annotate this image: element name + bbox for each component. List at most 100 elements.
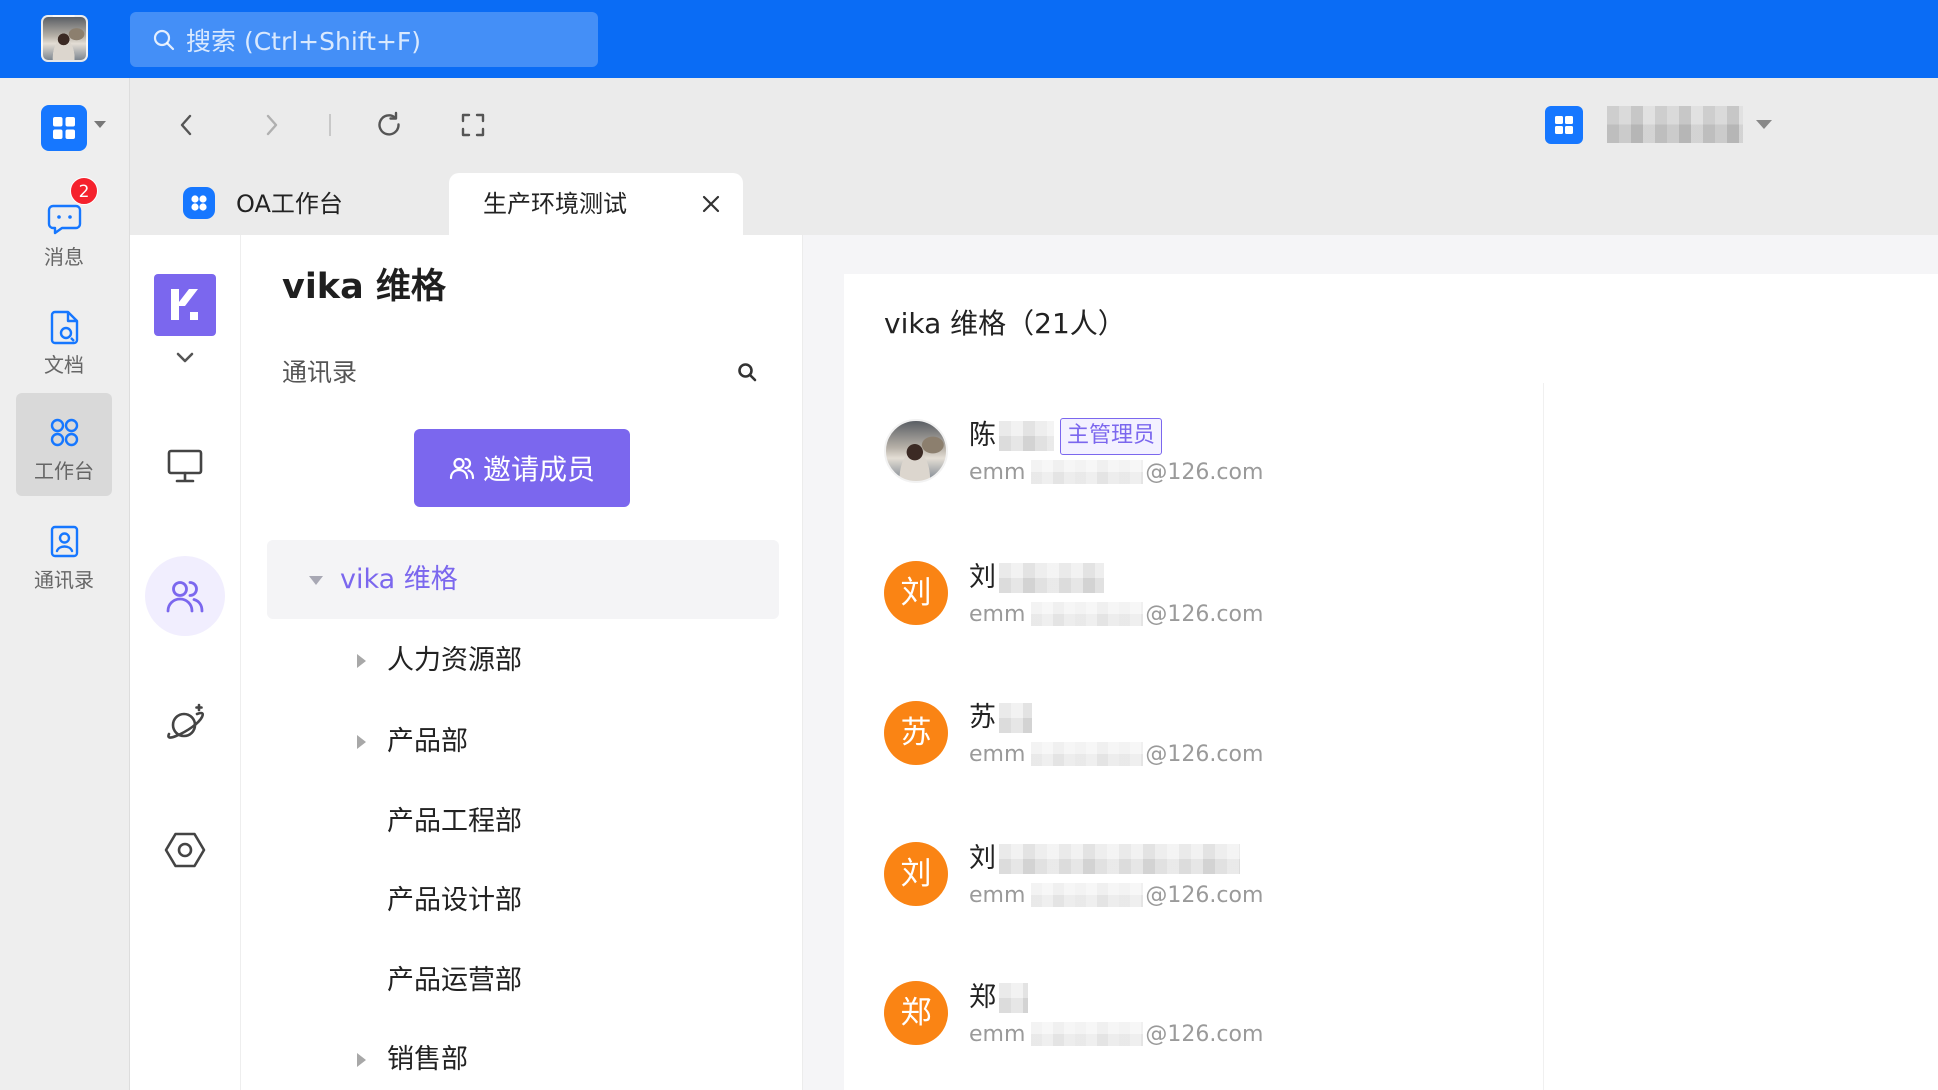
chevron-down-icon[interactable] xyxy=(171,344,199,372)
tree-node-hr[interactable]: 人力资源部 xyxy=(355,641,775,681)
tab-production-test[interactable]: 生产环境测试 xyxy=(449,173,743,235)
member-name-row: 陈 主管理员 xyxy=(969,417,1163,455)
unread-count-badge: 2 xyxy=(70,177,98,205)
expand-caret-icon[interactable] xyxy=(357,1053,366,1067)
avatar: 刘 xyxy=(884,842,948,906)
sidebar-item-label: 消息 xyxy=(44,245,84,269)
document-icon xyxy=(46,308,83,345)
avatar xyxy=(884,419,948,483)
member-name-row: 刘 xyxy=(969,841,1240,877)
org-tree-root[interactable]: vika 维格 xyxy=(267,540,779,619)
contacts-icon xyxy=(46,523,83,560)
sidebar-item-workbench[interactable]: 工作台 xyxy=(16,393,112,496)
search-icon[interactable] xyxy=(736,361,758,383)
redacted-name xyxy=(999,421,1054,451)
avatar: 郑 xyxy=(884,981,948,1045)
tree-node-label: 产品工程部 xyxy=(387,806,522,837)
monitor-icon[interactable] xyxy=(165,446,205,486)
email-prefix: emm xyxy=(969,741,1026,767)
expand-caret-icon[interactable] xyxy=(357,654,366,668)
fullscreen-icon[interactable] xyxy=(458,110,488,140)
expand-caret-icon[interactable] xyxy=(309,576,323,585)
back-arrow-icon[interactable] xyxy=(172,110,202,140)
email-prefix: emm xyxy=(969,882,1026,908)
member-email: emm @126.com xyxy=(969,739,1263,769)
space-name-title: vika 维格 xyxy=(282,267,446,307)
tab-oa-workbench[interactable]: OA工作台 xyxy=(180,173,440,235)
tree-node-label: 销售部 xyxy=(387,1044,468,1075)
invite-member-button[interactable]: 邀请成员 xyxy=(414,429,630,507)
tree-node-sales[interactable]: 销售部 xyxy=(355,1040,775,1080)
tree-node-label: vika 维格 xyxy=(340,564,458,595)
sidebar-item-label: 通讯录 xyxy=(34,568,94,592)
member-email: emm @126.com xyxy=(969,599,1263,629)
tree-node-product-design[interactable]: 产品设计部 xyxy=(355,881,775,921)
email-suffix: @126.com xyxy=(1145,601,1264,627)
member-list-item[interactable]: 苏 苏 emm @126.com xyxy=(884,663,1524,803)
member-list-item[interactable]: 陈 主管理员 emm @126.com xyxy=(884,381,1524,521)
redacted-email xyxy=(1031,742,1144,766)
email-suffix: @126.com xyxy=(1145,459,1264,485)
search-icon xyxy=(152,28,176,52)
tree-node-product-operations[interactable]: 产品运营部 xyxy=(355,961,775,1001)
close-icon[interactable] xyxy=(698,191,724,217)
redacted-name xyxy=(999,844,1240,874)
workbench-icon xyxy=(46,414,83,451)
member-name: 苏 xyxy=(969,702,996,733)
redacted-email xyxy=(1031,602,1144,626)
email-suffix: @126.com xyxy=(1145,882,1264,908)
sidebar-item-messages[interactable]: 消息 2 xyxy=(16,177,112,282)
people-nav-button[interactable] xyxy=(145,556,225,636)
message-icon xyxy=(46,200,83,237)
sidebar-item-label: 文档 xyxy=(44,353,84,377)
role-badge: 主管理员 xyxy=(1060,417,1163,455)
member-email: emm @126.com xyxy=(969,880,1263,910)
tree-node-product-engineering[interactable]: 产品工程部 xyxy=(355,802,775,842)
redacted-email xyxy=(1031,883,1144,907)
member-name: 刘 xyxy=(969,562,996,593)
redacted-email xyxy=(1031,1022,1144,1046)
member-name: 郑 xyxy=(969,982,996,1013)
redacted-account-name[interactable] xyxy=(1607,106,1743,143)
avatar: 刘 xyxy=(884,561,948,625)
space-switch-grid-icon[interactable] xyxy=(1545,106,1583,144)
user-avatar[interactable] xyxy=(41,15,88,62)
tab-label: OA工作台 xyxy=(236,190,343,218)
section-title: 通讯录 xyxy=(282,358,358,387)
global-search-box[interactable]: 搜索 (Ctrl+Shift+F) xyxy=(130,12,598,67)
sidebar-item-contacts[interactable]: 通讯录 xyxy=(16,502,112,605)
settings-hexagon-icon[interactable] xyxy=(163,828,207,872)
apps-dropdown-caret-icon[interactable] xyxy=(94,121,106,128)
toolbar-divider xyxy=(329,114,331,136)
tree-node-label: 产品运营部 xyxy=(387,965,522,996)
expand-caret-icon[interactable] xyxy=(357,735,366,749)
sidebar-item-documents[interactable]: 文档 xyxy=(16,287,112,390)
vika-logo[interactable] xyxy=(154,274,216,336)
grid-icon xyxy=(41,105,87,151)
redacted-email xyxy=(1031,460,1144,484)
tree-node-label: 产品部 xyxy=(387,726,468,757)
invite-button-label: 邀请成员 xyxy=(482,453,595,486)
account-dropdown-caret-icon[interactable] xyxy=(1756,120,1772,129)
column-divider xyxy=(1543,383,1544,1090)
email-suffix: @126.com xyxy=(1145,1021,1264,1047)
avatar: 苏 xyxy=(884,701,948,765)
member-list-item[interactable]: 刘 刘 emm @126.com xyxy=(884,523,1524,663)
member-list-item[interactable]: 郑 郑 emm @126.com xyxy=(884,943,1524,1083)
planet-icon[interactable] xyxy=(164,702,206,744)
forward-arrow-icon[interactable] xyxy=(256,110,286,140)
email-suffix: @126.com xyxy=(1145,741,1264,767)
member-name: 陈 xyxy=(969,420,996,451)
apps-grid-button[interactable] xyxy=(41,105,87,151)
member-name: 刘 xyxy=(969,843,996,874)
member-name-row: 刘 xyxy=(969,560,1104,596)
refresh-icon[interactable] xyxy=(374,110,404,140)
member-name-row: 郑 xyxy=(969,980,1028,1016)
tree-node-product[interactable]: 产品部 xyxy=(355,722,775,762)
redacted-name xyxy=(999,983,1028,1013)
member-list-item[interactable]: 刘 刘 emm @126.com xyxy=(884,804,1524,944)
member-name-row: 苏 xyxy=(969,700,1032,736)
email-prefix: emm xyxy=(969,1021,1026,1047)
sidebar-item-label: 工作台 xyxy=(34,459,94,483)
redacted-name xyxy=(999,563,1104,593)
